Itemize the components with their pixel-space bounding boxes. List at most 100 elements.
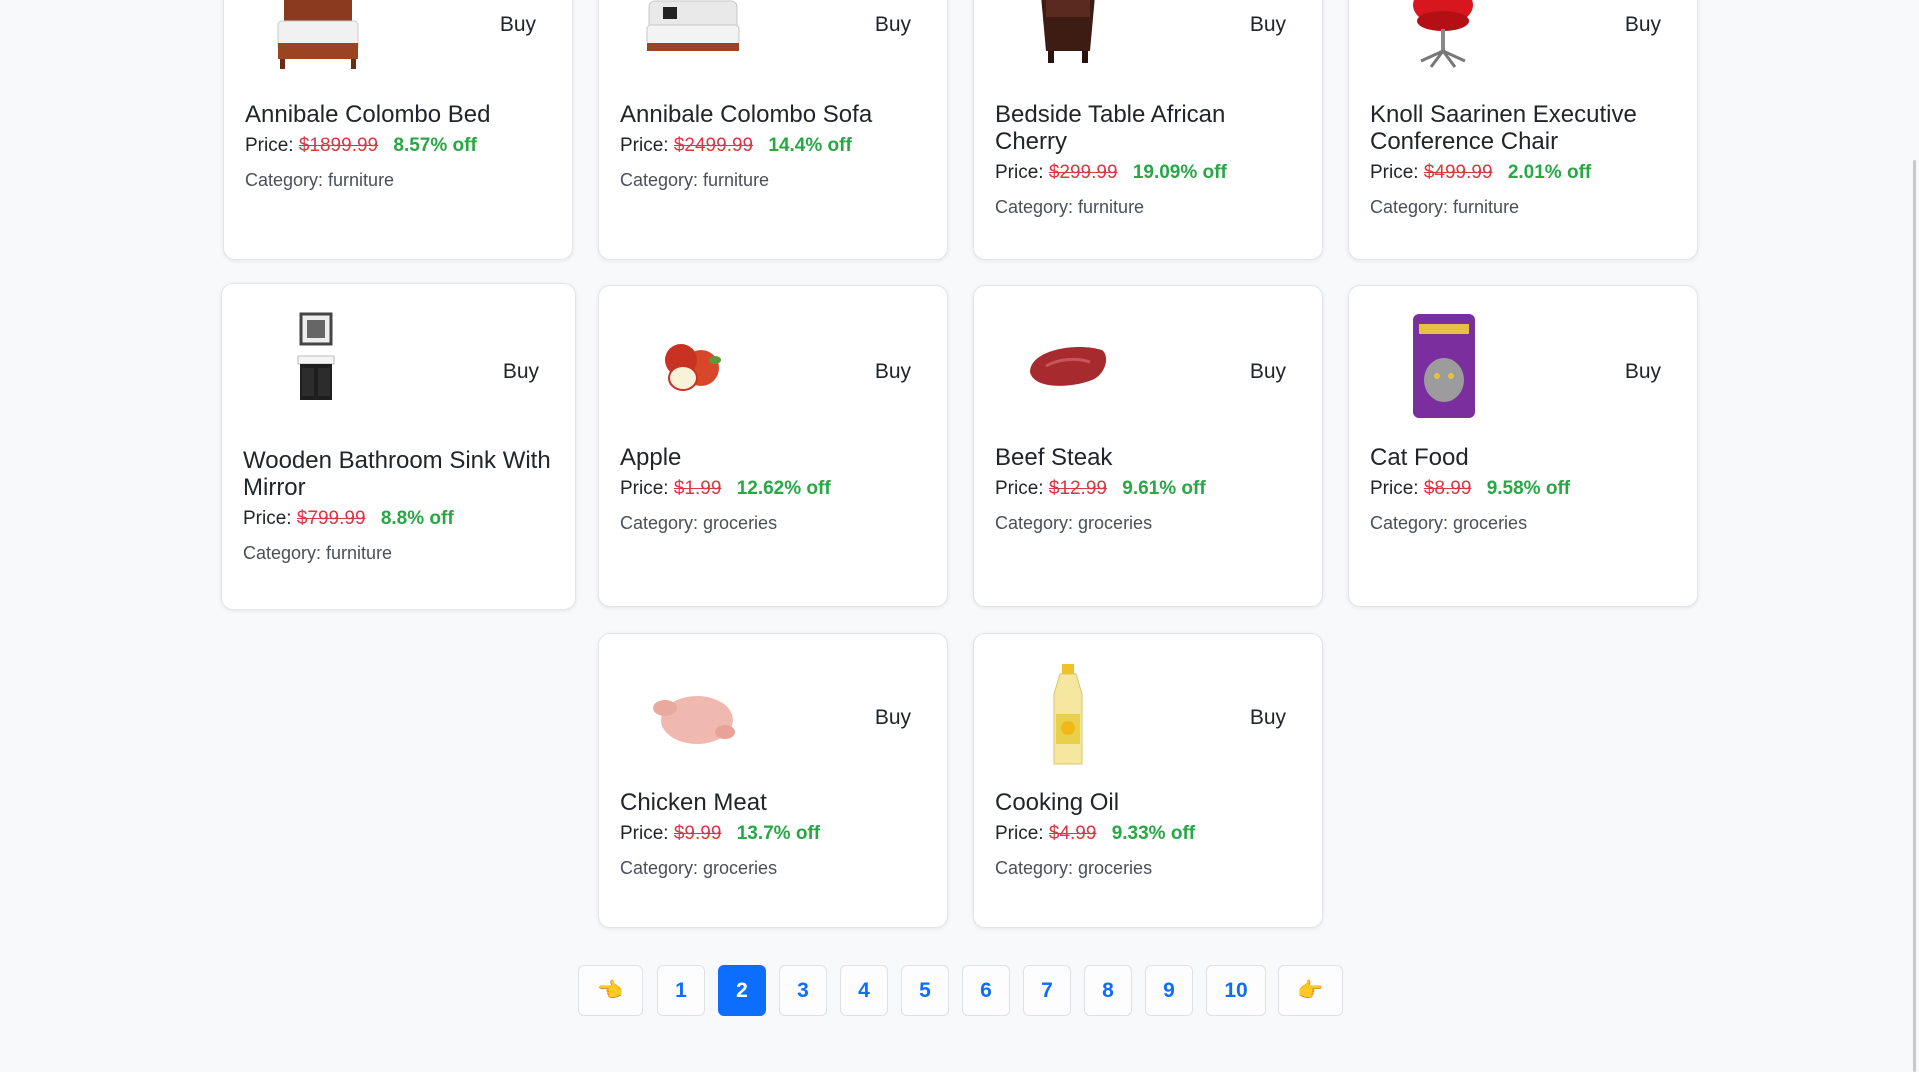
page-button-9[interactable]: 9	[1145, 965, 1193, 1016]
product-card: Buy Annibale Colombo Bed Price: $1899.99…	[223, 0, 573, 260]
price-label: Price:	[620, 478, 669, 499]
buy-button[interactable]: Buy	[875, 360, 911, 384]
product-card: Buy Beef Steak Price: $12.99 9.61% off C…	[973, 285, 1323, 607]
product-price: Price: $299.99 19.09% off	[995, 161, 1304, 185]
product-title: Cooking Oil	[995, 789, 1120, 816]
original-price: $9.99	[673, 823, 722, 844]
product-card: Buy Apple Price: $1.99 12.62% off Catego…	[598, 285, 948, 607]
price-label: Price:	[245, 135, 294, 156]
product-price: Price: $499.99 2.01% off	[1370, 161, 1679, 185]
product-category: Category: groceries	[1370, 513, 1528, 533]
product-price: Price: $9.99 13.7% off	[620, 822, 929, 846]
chicken-image	[641, 664, 745, 768]
product-card: Buy Knoll Saarinen Executive Conference …	[1348, 0, 1698, 260]
discount-badge: 13.7% off	[736, 823, 821, 844]
price-label: Price:	[995, 478, 1044, 499]
discount-badge: 9.61% off	[1122, 478, 1206, 499]
product-price: Price: $2499.99 14.4% off	[620, 134, 929, 158]
page-button-2[interactable]: 2	[718, 965, 766, 1016]
beef-steak-image	[1016, 314, 1120, 418]
vertical-scrollbar[interactable]	[1910, 0, 1919, 1072]
discount-badge: 14.4% off	[768, 135, 852, 156]
buy-button[interactable]: Buy	[1250, 706, 1286, 730]
product-title: Wooden Bathroom Sink With Mirror	[243, 447, 551, 501]
page-button-3[interactable]: 3	[779, 965, 827, 1016]
page-button-6[interactable]: 6	[962, 965, 1010, 1016]
product-price: Price: $8.99 9.58% off	[1370, 477, 1679, 501]
product-price: Price: $799.99 8.8% off	[243, 507, 557, 531]
product-title: Beef Steak	[995, 444, 1113, 471]
next-page-button[interactable]: 👉	[1278, 965, 1343, 1016]
buy-button[interactable]: Buy	[1625, 13, 1661, 37]
page-button-1[interactable]: 1	[657, 965, 705, 1016]
cooking-oil-image	[1016, 664, 1120, 768]
buy-button[interactable]: Buy	[875, 706, 911, 730]
product-card: Buy Bedside Table African Cherry Price: …	[973, 0, 1323, 260]
product-title: Apple	[620, 444, 682, 471]
page-button-8[interactable]: 8	[1084, 965, 1132, 1016]
product-category: Category: groceries	[620, 513, 778, 533]
product-title: Annibale Colombo Bed	[245, 101, 491, 128]
product-price: Price: $1.99 12.62% off	[620, 477, 929, 501]
discount-badge: 19.09% off	[1132, 162, 1227, 183]
chair-image	[1391, 0, 1495, 85]
price-label: Price:	[995, 162, 1044, 183]
pointing-right-icon: 👉	[1297, 978, 1324, 1002]
buy-button[interactable]: Buy	[1250, 360, 1286, 384]
product-card: Buy Chicken Meat Price: $9.99 13.7% off …	[598, 633, 948, 928]
page-button-4[interactable]: 4	[840, 965, 888, 1016]
buy-button[interactable]: Buy	[1250, 13, 1286, 37]
product-price: Price: $1899.99 8.57% off	[245, 134, 554, 158]
product-category: Category: furniture	[245, 170, 395, 190]
prev-page-button[interactable]: 👈	[578, 965, 643, 1016]
product-category: Category: furniture	[1370, 197, 1520, 217]
product-category: Category: groceries	[620, 858, 778, 878]
product-title: Annibale Colombo Sofa	[620, 101, 873, 128]
product-card: Buy Cooking Oil Price: $4.99 9.33% off C…	[973, 633, 1323, 928]
product-title: Cat Food	[1370, 444, 1469, 471]
original-price: $1899.99	[298, 135, 379, 156]
discount-badge: 8.8% off	[380, 508, 454, 529]
buy-button[interactable]: Buy	[503, 360, 539, 384]
product-title: Chicken Meat	[620, 789, 767, 816]
discount-badge: 9.33% off	[1111, 823, 1196, 844]
sofa-image	[641, 0, 745, 85]
cat-food-image	[1391, 314, 1495, 418]
product-category: Category: furniture	[243, 543, 393, 563]
product-category: Category: groceries	[995, 513, 1153, 533]
bed-image	[266, 0, 370, 85]
discount-badge: 8.57% off	[393, 135, 477, 156]
page-button-5[interactable]: 5	[901, 965, 949, 1016]
product-category: Category: groceries	[995, 858, 1153, 878]
original-price: $499.99	[1423, 162, 1493, 183]
discount-badge: 9.58% off	[1486, 478, 1571, 499]
price-label: Price:	[620, 823, 669, 844]
original-price: $2499.99	[673, 135, 754, 156]
product-category: Category: furniture	[620, 170, 770, 190]
bathroom-sink-image	[264, 312, 368, 416]
product-price: Price: $12.99 9.61% off	[995, 477, 1304, 501]
price-label: Price:	[620, 135, 669, 156]
buy-button[interactable]: Buy	[1625, 360, 1661, 384]
price-label: Price:	[995, 823, 1044, 844]
product-card: Buy Cat Food Price: $8.99 9.58% off Cate…	[1348, 285, 1698, 607]
original-price: $12.99	[1048, 478, 1107, 499]
product-category: Category: furniture	[995, 197, 1145, 217]
product-title: Knoll Saarinen Executive Conference Chai…	[1370, 101, 1637, 155]
price-label: Price:	[1370, 162, 1419, 183]
page-button-10[interactable]: 10	[1206, 965, 1266, 1016]
apple-image	[641, 314, 745, 418]
pointing-left-icon: 👈	[597, 978, 624, 1002]
product-card: Buy Wooden Bathroom Sink With Mirror Pri…	[221, 283, 576, 610]
buy-button[interactable]: Buy	[500, 13, 536, 37]
original-price: $299.99	[1048, 162, 1118, 183]
product-title: Bedside Table African Cherry	[995, 101, 1226, 155]
bedside-table-image	[1016, 0, 1120, 85]
product-grid: Buy Annibale Colombo Bed Price: $1899.99…	[0, 0, 1919, 1072]
discount-badge: 12.62% off	[736, 478, 831, 499]
buy-button[interactable]: Buy	[875, 13, 911, 37]
price-label: Price:	[243, 508, 292, 529]
page-button-7[interactable]: 7	[1023, 965, 1071, 1016]
scrollbar-thumb[interactable]	[1913, 160, 1916, 1072]
original-price: $1.99	[673, 478, 722, 499]
